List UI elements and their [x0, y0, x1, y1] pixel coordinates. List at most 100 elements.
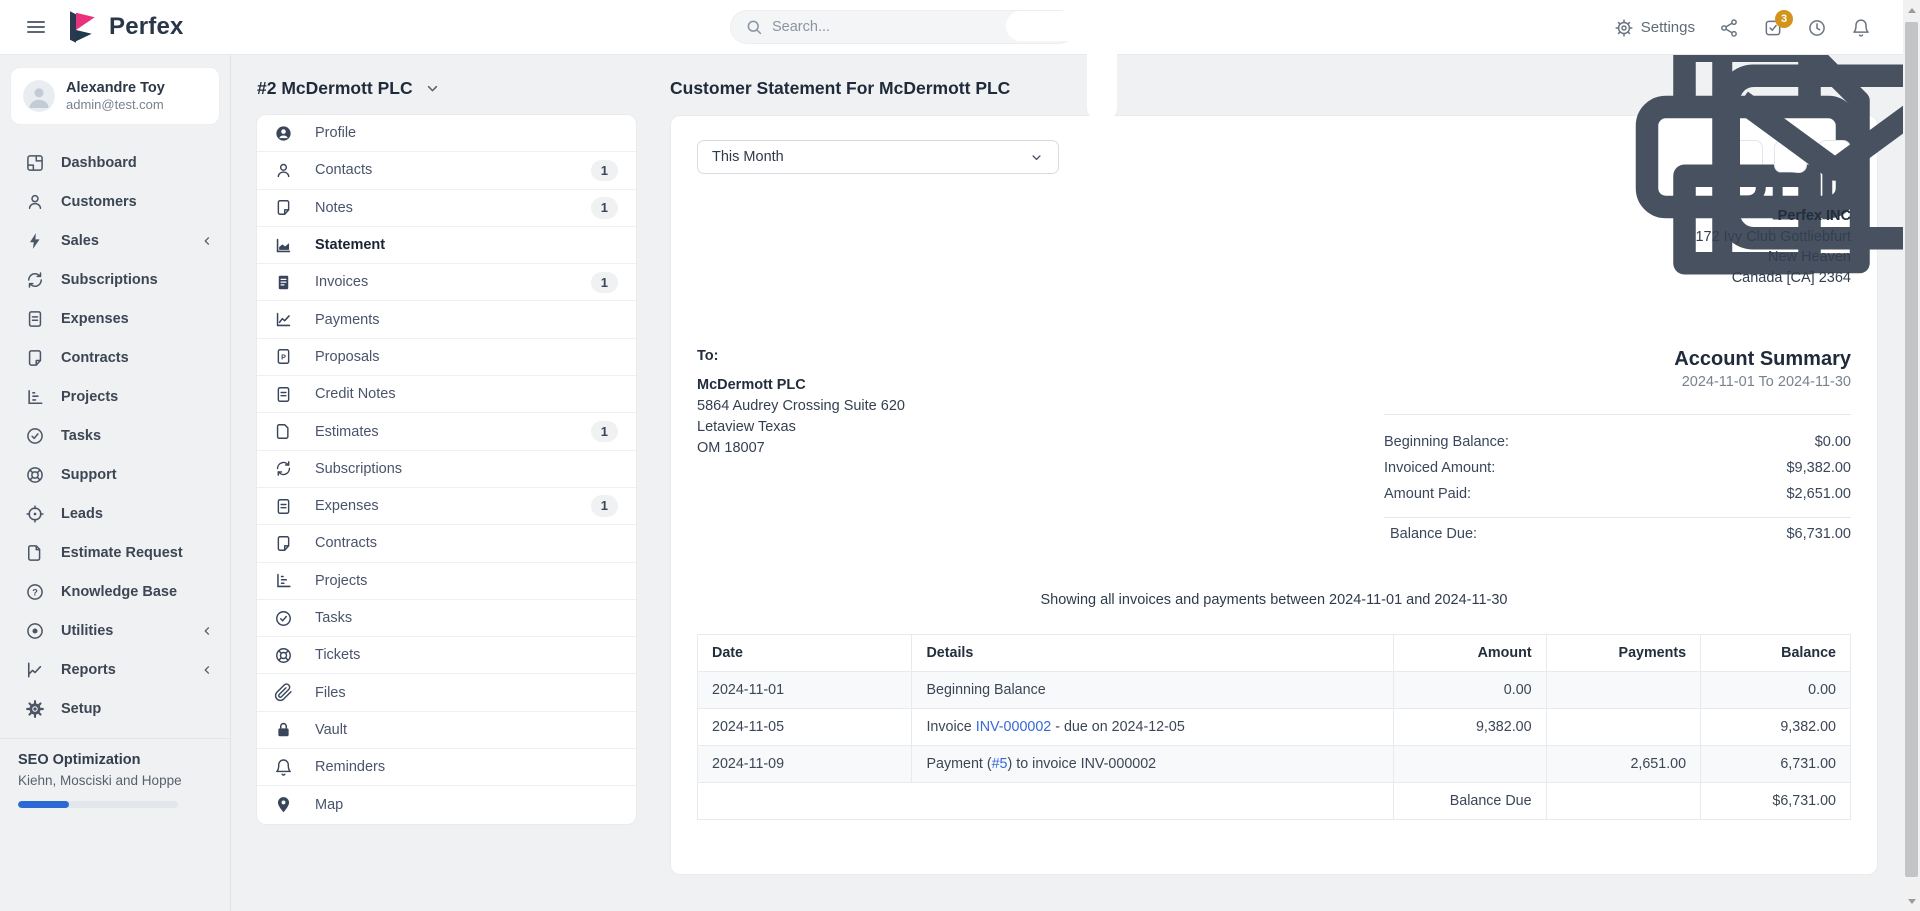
sidebar-item-reports[interactable]: Reports: [0, 650, 230, 689]
table-row: 2024-11-05 Invoice INV-000002 - due on 2…: [698, 709, 1851, 746]
customer-menu-proposals[interactable]: P Proposals: [257, 339, 636, 376]
balance-due-label: Balance Due:: [1390, 526, 1477, 542]
todo-count-badge: 3: [1775, 10, 1793, 28]
sidebar-item-tasks[interactable]: Tasks: [0, 416, 230, 455]
contacts-icon: [274, 161, 293, 180]
customer-menu-estimates[interactable]: Estimates 1: [257, 413, 636, 450]
project-progress-fill: [18, 801, 69, 808]
sidebar: Alexandre Toy admin@test.com Dashboard C…: [0, 55, 231, 911]
vault-lock-icon: [274, 720, 293, 739]
cell-details: Invoice INV-000002 - due on 2024-12-05: [912, 709, 1394, 746]
email-button[interactable]: [1818, 140, 1851, 173]
page-scrollbar[interactable]: [1903, 0, 1920, 911]
bell-icon: [1851, 18, 1871, 38]
sidebar-item-label: Knowledge Base: [61, 584, 214, 600]
sidebar-item-label: Reports: [61, 662, 184, 678]
sidebar-item-support[interactable]: Support: [0, 455, 230, 494]
sidebar-item-label: Sales: [61, 233, 184, 249]
scroll-up-arrow[interactable]: [1903, 2, 1920, 18]
customer-menu-projects[interactable]: Projects: [257, 563, 636, 600]
statement-table: Date Details Amount Payments Balance 202…: [697, 634, 1851, 820]
statement-actions: PDF: [1730, 140, 1851, 173]
notifications-button[interactable]: [1851, 18, 1871, 38]
cell-details: Payment (#5) to invoice INV-000002: [912, 746, 1394, 783]
cell-date: 2024-11-05: [698, 709, 912, 746]
customer-menu-map[interactable]: Map: [257, 786, 636, 823]
customer-menu-subscriptions[interactable]: Subscriptions: [257, 451, 636, 488]
customer-menu-label: Files: [315, 685, 618, 701]
reminders-bell-icon: [274, 758, 293, 777]
settings-label: Settings: [1641, 19, 1695, 36]
payments-icon: [274, 310, 293, 329]
customer-menu-vault[interactable]: Vault: [257, 712, 636, 749]
menu-toggle-button[interactable]: [24, 15, 48, 39]
quick-add-button[interactable]: [1087, 11, 1116, 40]
customer-menu-payments[interactable]: Payments: [257, 301, 636, 338]
sidebar-item-customers[interactable]: Customers: [0, 182, 230, 221]
sidebar-item-contracts[interactable]: Contracts: [0, 338, 230, 377]
sidebar-divider: [0, 738, 230, 739]
customer-menu-notes[interactable]: Notes 1: [257, 190, 636, 227]
sidebar-item-expenses[interactable]: Expenses: [0, 299, 230, 338]
sidebar-item-projects[interactable]: Projects: [0, 377, 230, 416]
sidebar-item-label: Contracts: [61, 350, 214, 366]
customer-menu-contracts[interactable]: Contracts: [257, 525, 636, 562]
customer-menu-statement[interactable]: Statement: [257, 227, 636, 264]
customer-menu-credit-notes[interactable]: Credit Notes: [257, 376, 636, 413]
customer-menu-label: Vault: [315, 722, 618, 738]
sidebar-item-knowledge-base[interactable]: ? Knowledge Base: [0, 572, 230, 611]
contracts-icon: [274, 534, 293, 553]
sidebar-item-sales[interactable]: Sales: [0, 221, 230, 260]
invoice-link[interactable]: INV-000002: [976, 719, 1052, 735]
payment-link[interactable]: #5: [992, 756, 1008, 772]
cell-payments: [1546, 672, 1701, 709]
projects-icon: [25, 387, 45, 407]
user-card[interactable]: Alexandre Toy admin@test.com: [10, 67, 220, 125]
timers-button[interactable]: [1807, 18, 1827, 38]
customer-menu-label: Credit Notes: [315, 386, 618, 402]
sidebar-item-label: Projects: [61, 389, 214, 405]
customer-menu-expenses[interactable]: Expenses 1: [257, 488, 636, 525]
settings-button[interactable]: Settings: [1614, 18, 1695, 38]
cell-amount: 0.00: [1394, 672, 1546, 709]
projects-icon: [274, 571, 293, 590]
scroll-down-arrow[interactable]: [1903, 893, 1920, 909]
customer-menu-profile[interactable]: Profile: [257, 115, 636, 152]
customer-menu-invoices[interactable]: Invoices 1: [257, 264, 636, 301]
clock-icon: [1807, 18, 1827, 38]
customer-menu-tickets[interactable]: Tickets: [257, 637, 636, 674]
sidebar-item-utilities[interactable]: Utilities: [0, 611, 230, 650]
col-header-details: Details: [912, 635, 1394, 672]
user-email: admin@test.com: [66, 97, 165, 113]
customer-menu-files[interactable]: Files: [257, 674, 636, 711]
details-text: Payment (: [926, 756, 991, 772]
cell-balance: 9,382.00: [1701, 709, 1851, 746]
sidebar-item-label: Expenses: [61, 311, 214, 327]
estimates-icon: [274, 422, 293, 441]
customer-menu-tasks[interactable]: Tasks: [257, 600, 636, 637]
sidebar-item-label: Utilities: [61, 623, 184, 639]
todo-button[interactable]: 3: [1763, 18, 1783, 38]
scrollbar-thumb[interactable]: [1905, 22, 1918, 877]
count-badge: 1: [591, 421, 618, 443]
customer-dropdown-toggle[interactable]: #2 McDermott PLC: [256, 78, 637, 99]
expenses-icon: [25, 309, 45, 329]
sidebar-item-dashboard[interactable]: Dashboard: [0, 143, 230, 182]
customer-title: #2 McDermott PLC: [257, 78, 413, 99]
brand[interactable]: Perfex: [64, 8, 184, 46]
sidebar-item-leads[interactable]: Leads: [0, 494, 230, 533]
customer-menu-reminders[interactable]: Reminders: [257, 749, 636, 786]
customer-menu-contacts[interactable]: Contacts 1: [257, 152, 636, 189]
project-widget[interactable]: SEO Optimization Kiehn, Mosciski and Hop…: [0, 751, 230, 807]
proposals-icon: P: [274, 347, 293, 366]
share-button[interactable]: [1719, 18, 1739, 38]
files-paperclip-icon: [274, 683, 293, 702]
sales-icon: [25, 231, 45, 251]
sidebar-item-setup[interactable]: Setup: [0, 689, 230, 728]
sidebar-item-estimate-request[interactable]: Estimate Request: [0, 533, 230, 572]
sidebar-item-subscriptions[interactable]: Subscriptions: [0, 260, 230, 299]
showing-range-text: Showing all invoices and payments betwee…: [697, 592, 1851, 608]
topbar: Perfex Settings 3: [0, 0, 1903, 55]
customer-panel: #2 McDermott PLC Profile Contacts 1 Note…: [256, 78, 637, 825]
details-text: Beginning Balance: [926, 682, 1045, 698]
